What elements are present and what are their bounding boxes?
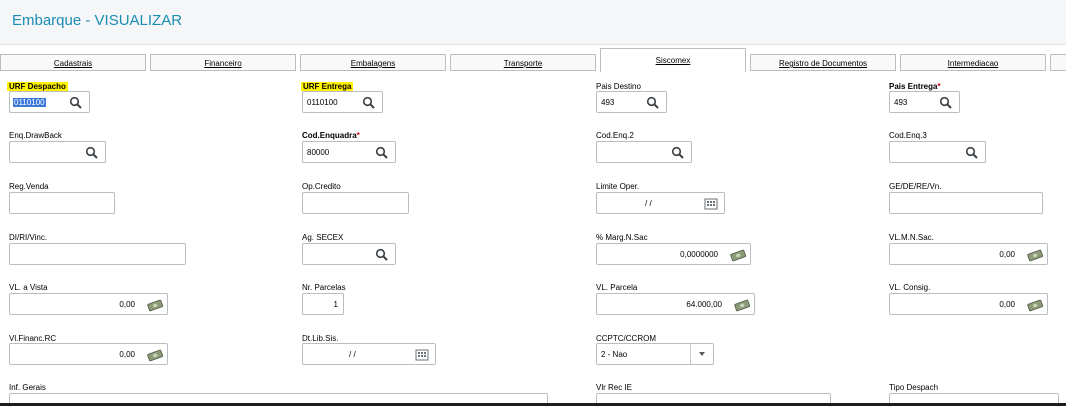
vl-consig-field[interactable]: 0,00 <box>889 293 1048 315</box>
search-icon[interactable] <box>375 248 389 262</box>
pais-entrega-label: Pais Entrega* <box>889 82 941 91</box>
ag-secex-field[interactable] <box>302 243 396 265</box>
search-icon[interactable] <box>85 146 99 160</box>
ccptc-ccrom-select[interactable]: 2 - Nao <box>596 343 714 365</box>
tab-siscomex[interactable]: Siscomex <box>600 48 746 72</box>
page-title: Embarque - VISUALIZAR <box>12 12 183 29</box>
dt-lib-sis-field[interactable]: / / <box>302 343 436 365</box>
limite-oper-field[interactable]: / / <box>596 192 725 214</box>
tab-embalagens[interactable]: Embalagens <box>300 54 446 71</box>
enq-drawback-field[interactable] <box>9 141 106 163</box>
tab-bar: Cadastrais Financeiro Embalagens Transpo… <box>0 48 1066 74</box>
inf-gerais-label: Inf. Gerais <box>9 383 46 392</box>
pais-destino-value: 493 <box>601 98 615 107</box>
money-icon[interactable] <box>147 348 163 362</box>
tab-intermediacao[interactable]: Intermediacao <box>900 54 1046 71</box>
money-icon[interactable] <box>147 298 163 312</box>
di-ri-vinc-field[interactable] <box>9 243 186 265</box>
urf-entrega-value: 0110100 <box>307 98 338 107</box>
search-icon[interactable] <box>362 96 376 110</box>
ag-secex-label: Ag. SECEX <box>302 233 344 242</box>
urf-entrega-field[interactable]: 0110100 <box>302 91 383 113</box>
tab-overflow[interactable] <box>1050 54 1066 71</box>
tab-registro-documentos[interactable]: Registro de Documentos <box>750 54 896 71</box>
ccptc-ccrom-value: 2 - Nao <box>601 350 628 359</box>
cod-enq3-field[interactable] <box>889 141 986 163</box>
nr-parcelas-field[interactable]: 1 <box>302 293 344 315</box>
cod-enquadra-value: 80000 <box>307 148 330 157</box>
dt-lib-sis-value: / / <box>349 350 356 359</box>
op-credito-field[interactable] <box>302 192 409 214</box>
urf-despacho-field[interactable]: 0110100 <box>9 91 90 113</box>
urf-despacho-label: URF Despacho <box>7 82 68 91</box>
tab-financeiro[interactable]: Financeiro <box>150 54 296 71</box>
marg-n-sac-label: % Marg.N.Sac <box>596 233 648 242</box>
vl-consig-label: VL. Consig. <box>889 283 931 292</box>
search-icon[interactable] <box>965 146 979 160</box>
vl-parcela-label: VL. Parcela <box>596 283 638 292</box>
cod-enq2-label: Cod.Enq.2 <box>596 131 634 140</box>
window-header: Embarque - VISUALIZAR <box>0 0 1066 45</box>
required-marker: * <box>937 82 941 91</box>
marg-n-sac-field[interactable]: 0,0000000 <box>596 243 751 265</box>
money-icon[interactable] <box>730 248 746 262</box>
ge-de-re-field[interactable] <box>889 192 1043 214</box>
reg-venda-label: Reg.Venda <box>9 182 49 191</box>
di-ri-vinc-label: DI/RI/Vinc. <box>9 233 48 242</box>
vl-mn-sac-value: 0,00 <box>999 250 1015 259</box>
nr-parcelas-value: 1 <box>333 300 338 309</box>
cod-enq2-field[interactable] <box>596 141 692 163</box>
money-icon[interactable] <box>734 298 750 312</box>
op-credito-label: Op.Credito <box>302 182 341 191</box>
vl-mn-sac-field[interactable]: 0,00 <box>889 243 1048 265</box>
dt-lib-sis-label: Dt.Lib.Sis. <box>302 334 339 343</box>
cod-enquadra-label: Cod.Enquadra* <box>302 131 360 140</box>
ccptc-ccrom-label: CCPTC/CCROM <box>596 334 656 343</box>
vl-financ-rc-label: Vl.Financ.RC <box>9 334 57 343</box>
nr-parcelas-label: Nr. Parcelas <box>302 283 346 292</box>
cod-enq3-label: Cod.Enq.3 <box>889 131 927 140</box>
search-icon[interactable] <box>671 146 685 160</box>
vlr-rec-ie-label: Vlr Rec IE <box>596 383 633 392</box>
vl-financ-rc-value: 0,00 <box>119 350 135 359</box>
marg-n-sac-value: 0,0000000 <box>680 250 718 259</box>
money-icon[interactable] <box>1027 248 1043 262</box>
vl-vista-value: 0,00 <box>119 300 135 309</box>
reg-venda-field[interactable] <box>9 192 115 214</box>
pais-entrega-field[interactable]: 493 <box>889 91 960 113</box>
urf-despacho-value: 0110100 <box>13 98 46 107</box>
vl-financ-rc-field[interactable]: 0,00 <box>9 343 168 365</box>
vl-mn-sac-label: VL.M.N.Sac. <box>889 233 934 242</box>
search-icon[interactable] <box>375 146 389 160</box>
calendar-icon[interactable] <box>415 348 429 362</box>
enq-drawback-label: Enq.DrawBack <box>9 131 62 140</box>
search-icon[interactable] <box>646 96 660 110</box>
cod-enquadra-field[interactable]: 80000 <box>302 141 396 163</box>
pais-destino-label: Pais Destino <box>596 82 641 91</box>
tab-cadastrais[interactable]: Cadastrais <box>0 54 146 71</box>
vl-consig-value: 0,00 <box>999 300 1015 309</box>
pais-entrega-label-text: Pais Entrega <box>889 82 938 91</box>
vl-parcela-value: 64.000,00 <box>686 300 722 309</box>
pais-destino-field[interactable]: 493 <box>596 91 667 113</box>
money-icon[interactable] <box>1027 298 1043 312</box>
search-icon[interactable] <box>939 96 953 110</box>
vl-vista-label: VL. a Vista <box>9 283 48 292</box>
chevron-down-icon[interactable] <box>690 344 713 364</box>
pais-entrega-value: 493 <box>894 98 908 107</box>
tipo-despach-label: Tipo Despach <box>889 383 939 392</box>
tab-transporte[interactable]: Transporte <box>450 54 596 71</box>
required-marker: * <box>356 131 360 140</box>
ge-de-re-label: GE/DE/RE/Vn. <box>889 182 942 191</box>
vl-parcela-field[interactable]: 64.000,00 <box>596 293 755 315</box>
urf-entrega-label: URF Entrega <box>301 82 354 91</box>
vl-vista-field[interactable]: 0,00 <box>9 293 168 315</box>
calendar-icon[interactable] <box>704 197 718 211</box>
cod-enquadra-label-text: Cod.Enquadra <box>302 131 357 140</box>
limite-oper-label: Limite Oper. <box>596 182 640 191</box>
limite-oper-value: / / <box>645 199 652 208</box>
search-icon[interactable] <box>69 96 83 110</box>
